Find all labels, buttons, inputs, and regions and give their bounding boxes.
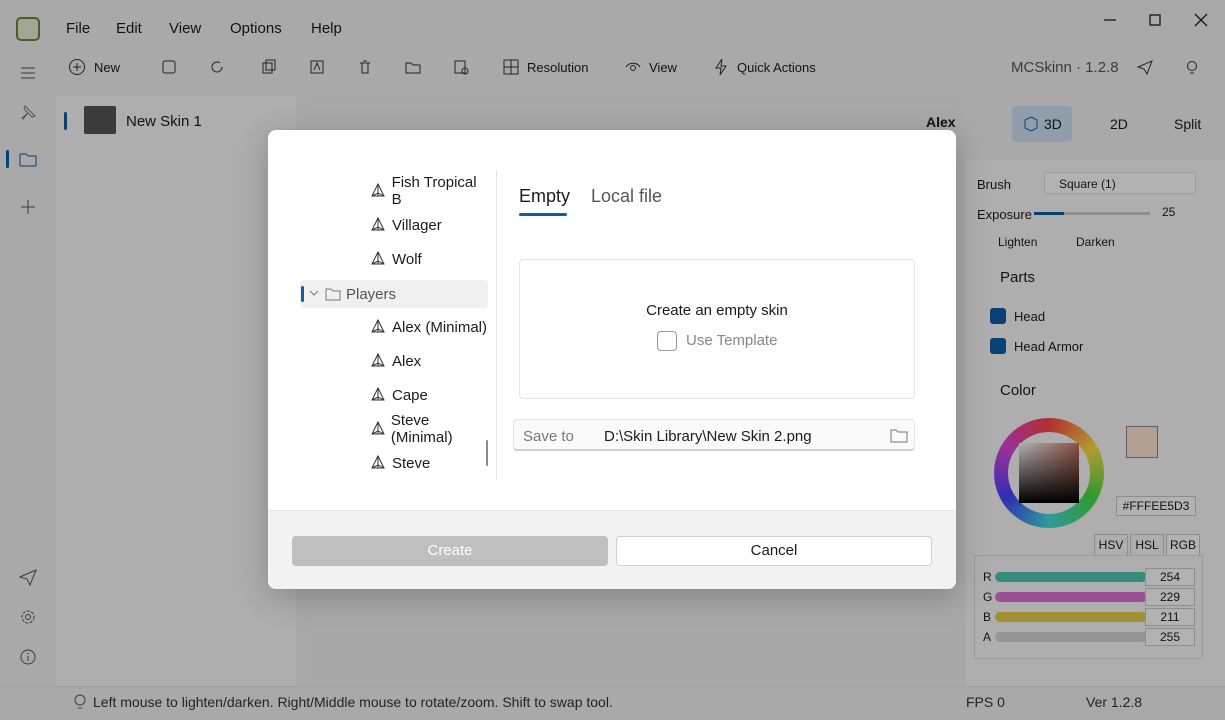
tree-item-alex-minimal[interactable]: Alex (Minimal): [370, 315, 487, 339]
save-to-label: Save to: [523, 428, 574, 445]
template-tree: Fish Tropical B Villager Wolf Players Al…: [300, 174, 488, 480]
tree-item-label: Fish Tropical B: [391, 174, 477, 208]
tab-local-file[interactable]: Local file: [591, 186, 662, 207]
tab-empty[interactable]: Empty: [519, 186, 570, 207]
tree-item-steve[interactable]: Steve: [370, 451, 430, 475]
new-skin-dialog: Fish Tropical B Villager Wolf Players Al…: [268, 130, 956, 589]
tree-item-steve-minimal[interactable]: Steve (Minimal): [370, 412, 488, 446]
tree-item-alex[interactable]: Alex: [370, 349, 421, 373]
tree-item-label: Cape: [392, 386, 428, 404]
tree-folder-label: Players: [346, 286, 397, 303]
tree-item-label: Alex (Minimal): [392, 318, 488, 336]
cancel-button[interactable]: Cancel: [616, 536, 932, 566]
tree-item-label: Steve: [392, 454, 431, 472]
model-icon: [371, 251, 385, 265]
model-icon: [371, 387, 385, 401]
create-button[interactable]: Create: [292, 536, 608, 566]
model-icon: [371, 455, 385, 469]
tree-item-wolf[interactable]: Wolf: [370, 247, 422, 271]
empty-skin-title: Create an empty skin: [646, 302, 788, 319]
model-icon: [371, 319, 385, 333]
model-icon: [371, 217, 385, 231]
empty-skin-card: Create an empty skin Use Template: [519, 259, 915, 399]
folder-icon: [325, 286, 341, 302]
tree-item-label: Villager: [392, 216, 442, 234]
tree-divider: [496, 170, 497, 480]
tree-item-label: Wolf: [392, 250, 422, 268]
tab-active-indicator: [519, 213, 567, 216]
use-template-label: Use Template: [686, 332, 778, 349]
dialog-footer: Create Cancel: [268, 510, 956, 589]
tree-scrollbar[interactable]: [486, 440, 488, 466]
save-to-path[interactable]: D:\Skin Library\New Skin 2.png: [604, 428, 812, 445]
browse-folder-icon[interactable]: [890, 427, 908, 443]
model-icon: [371, 353, 385, 367]
tree-selection-indicator: [301, 286, 304, 302]
model-icon: [371, 183, 385, 197]
use-template-checkbox[interactable]: [657, 331, 677, 351]
tree-item-label: Alex: [392, 352, 422, 370]
tree-item-label: Steve (Minimal): [390, 412, 453, 446]
tree-folder-players[interactable]: Players: [300, 280, 488, 308]
model-icon: [371, 421, 385, 435]
tree-item-villager[interactable]: Villager: [370, 213, 442, 237]
chevron-down-icon[interactable]: [308, 287, 320, 299]
save-to-field[interactable]: Save to D:\Skin Library\New Skin 2.png: [513, 419, 915, 451]
tree-item-cape[interactable]: Cape: [370, 383, 428, 407]
tree-item-fish-tropical-b[interactable]: Fish Tropical B: [370, 174, 488, 208]
